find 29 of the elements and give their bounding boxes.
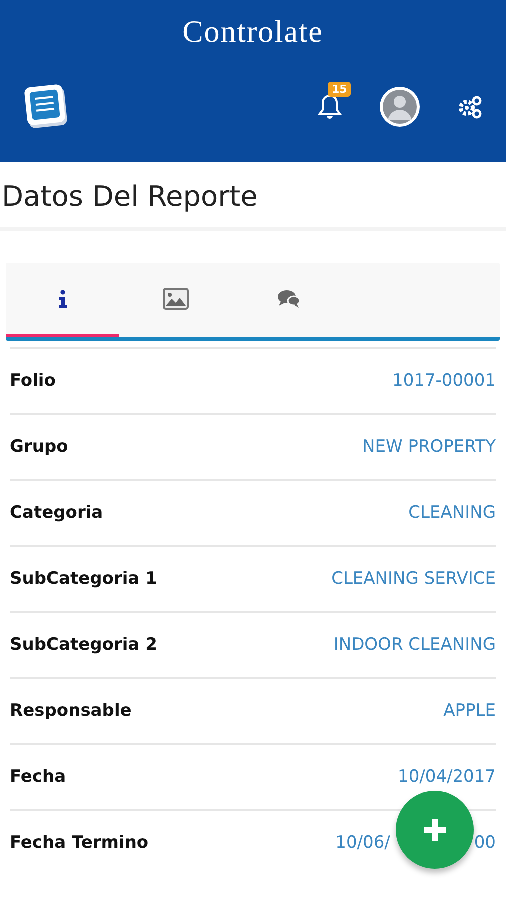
settings-icon[interactable] [458,95,484,119]
clipboard-icon[interactable] [24,84,70,130]
field-value: NEW PROPERTY [362,437,496,457]
info-icon [58,290,68,308]
field-label: SubCategoria 1 [10,569,158,589]
field-value: CLEANING SERVICE [332,569,496,589]
add-button[interactable] [396,791,474,869]
field-label: Fecha Termino [10,833,149,853]
comments-icon [276,288,300,308]
image-icon [162,288,188,310]
field-value: 1017-00001 [392,371,496,391]
field-label: Folio [10,371,56,391]
avatar-icon[interactable] [380,87,420,127]
page-title: Datos Del Reporte [0,162,506,231]
field-value: 00 [474,833,496,853]
plus-icon [424,819,446,841]
field-value: 10/04/2017 [398,767,496,787]
field-value: INDOOR CLEANING [334,635,496,655]
field-label: Categoria [10,503,104,523]
field-value: CLEANING [408,503,496,523]
field-value: 10/06/ [336,833,390,853]
bell-icon[interactable] [318,94,342,120]
field-value: APPLE [444,701,496,721]
field-label: SubCategoria 2 [10,635,158,655]
app-title: Controlate [182,14,324,50]
field-label: Fecha [10,767,66,787]
notification-badge: 15 [328,82,352,97]
field-label: Responsable [10,701,132,721]
field-label: Grupo [10,437,68,457]
